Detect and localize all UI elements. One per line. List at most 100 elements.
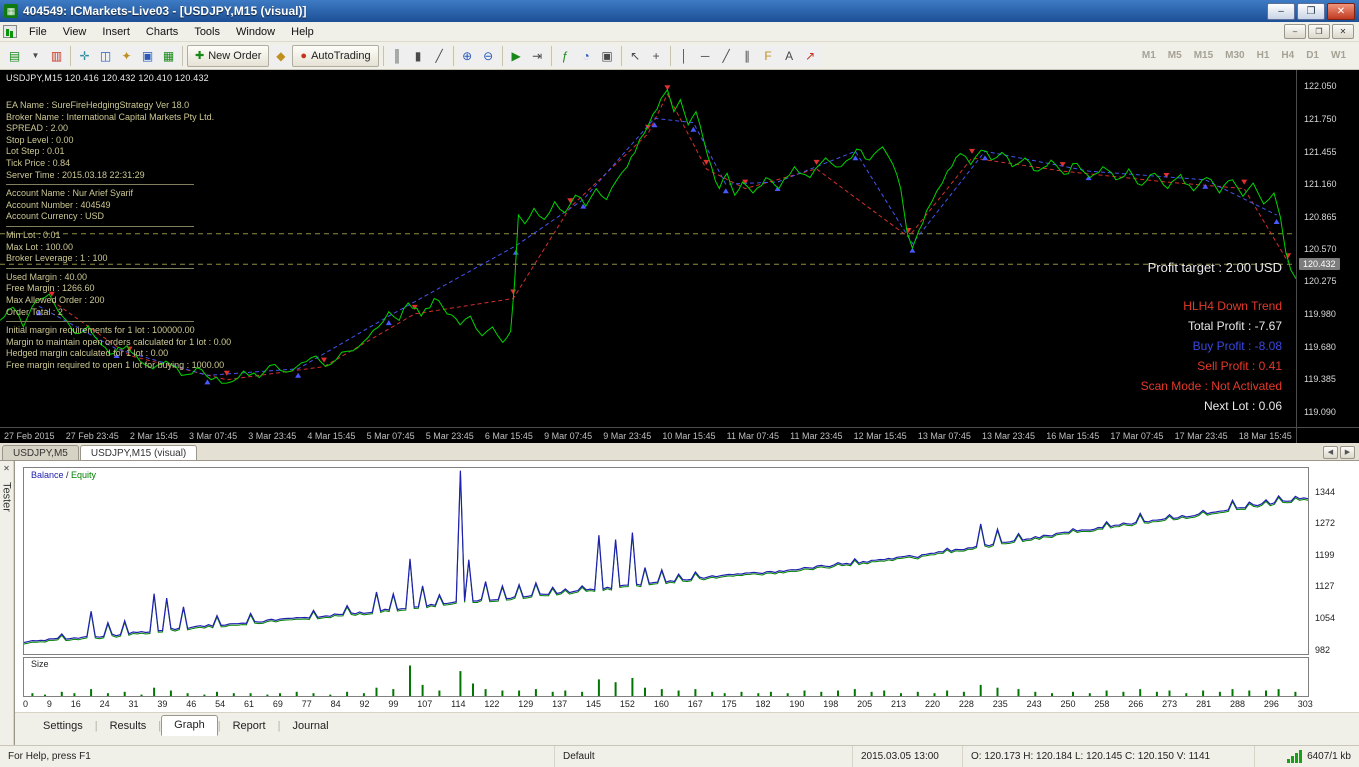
tester-x-tick: 266	[1128, 699, 1144, 709]
periods-button[interactable]: ◔	[575, 44, 597, 67]
chart-line-button[interactable]: ╱	[428, 44, 450, 67]
indicators-button[interactable]: ƒ	[554, 44, 576, 67]
data-window-button[interactable]: ◫	[95, 44, 116, 67]
cursor-button[interactable]: ↖	[624, 44, 646, 67]
statusbar-ohlcv: O: 120.173 H: 120.184 L: 120.145 C: 120.…	[963, 746, 1255, 767]
vertical-line-button[interactable]: │	[673, 44, 695, 67]
price-tick-label: 120.865	[1304, 212, 1337, 222]
chart-system-icon[interactable]	[3, 25, 17, 38]
price-chart[interactable]: USDJPY,M15 120.416 120.432 120.410 120.4…	[0, 70, 1296, 427]
menu-tools[interactable]: Tools	[186, 24, 228, 40]
horizontal-line-button[interactable]: ─	[694, 44, 716, 67]
metaeditor-button[interactable]: ◆	[270, 44, 292, 67]
timeframe-d1-button[interactable]: D1	[1301, 47, 1324, 64]
timeframe-m1-button[interactable]: M1	[1137, 47, 1161, 64]
tester-tab-report[interactable]: Report	[221, 717, 278, 736]
timeframe-h1-button[interactable]: H1	[1252, 47, 1275, 64]
maximize-button[interactable]: ❐	[1297, 2, 1325, 20]
tester-x-tick: 129	[518, 699, 534, 709]
menu-view[interactable]: View	[55, 24, 95, 40]
timeframe-h4-button[interactable]: H4	[1276, 47, 1299, 64]
child-restore-button[interactable]: ❐	[1308, 24, 1330, 39]
statusbar-profile[interactable]: Default	[555, 746, 853, 767]
child-close-button[interactable]: ✕	[1332, 24, 1354, 39]
strategy-tester-button[interactable]: ▦	[158, 44, 179, 67]
timeframe-m5-button[interactable]: M5	[1163, 47, 1187, 64]
child-minimize-button[interactable]: –	[1284, 24, 1306, 39]
menu-help[interactable]: Help	[283, 24, 322, 40]
channel-button[interactable]: ∥	[736, 44, 758, 67]
tester-panel: ✕ Tester Balance / Equity 1344 1272 1199 11…	[0, 461, 1359, 745]
chart-shift-button[interactable]: ⇥	[526, 44, 548, 67]
new-chart-button[interactable]: ▤	[4, 44, 25, 67]
navigator-button[interactable]: ✦	[116, 44, 137, 67]
chart-candles-button[interactable]: ▮	[407, 44, 429, 67]
tester-x-tick: 296	[1263, 699, 1279, 709]
tester-tab-bar: Settings | Results | Graph | Report | Journal	[15, 712, 1359, 736]
menu-insert[interactable]: Insert	[94, 24, 138, 40]
tester-tab-journal[interactable]: Journal	[280, 717, 340, 736]
tab-scroll-left-button[interactable]: ◀	[1323, 445, 1338, 459]
ohlc-header: USDJPY,M15 120.416 120.432 120.410 120.4…	[6, 73, 209, 83]
auto-scroll-button[interactable]: ▶	[505, 44, 527, 67]
profiles-button[interactable]: ▥	[46, 44, 67, 67]
tester-x-tick: 69	[272, 699, 283, 709]
text-tool-button[interactable]: A	[778, 44, 800, 67]
chart-tab-usdjpy-m5[interactable]: USDJPY,M5	[2, 445, 79, 460]
balance-equity-graph[interactable]: Balance / Equity	[23, 467, 1309, 655]
close-button[interactable]: ✕	[1327, 2, 1355, 20]
menu-charts[interactable]: Charts	[138, 24, 186, 40]
price-scale[interactable]: 122.050 121.750 121.455 121.160 120.865 120.5…	[1296, 70, 1359, 427]
templates-button[interactable]: ▣	[596, 44, 618, 67]
timeframe-m15-button[interactable]: M15	[1189, 47, 1218, 64]
autotrading-button[interactable]: ● AutoTrading	[292, 44, 379, 67]
minimize-button[interactable]: –	[1267, 2, 1295, 20]
tester-close-icon[interactable]: ✕	[3, 464, 10, 474]
price-tick-label: 121.160	[1304, 179, 1337, 189]
lot-size-graph[interactable]: Size	[23, 657, 1309, 697]
tester-tab-results[interactable]: Results	[98, 717, 159, 736]
chart-region: USDJPY,M15 120.416 120.432 120.410 120.4…	[0, 70, 1359, 443]
tab-scroll-right-button[interactable]: ▶	[1340, 445, 1355, 459]
zoom-out-button[interactable]: ⊖	[477, 44, 499, 67]
tester-tab-settings[interactable]: Settings	[31, 717, 95, 736]
tester-x-tick: 160	[653, 699, 669, 709]
size-label: Size	[29, 659, 51, 669]
time-axis[interactable]: 27 Feb 2015 27 Feb 23:45 2 Mar 15:45 3 Mar …	[0, 427, 1296, 443]
statusbar-help: For Help, press F1	[0, 746, 555, 767]
tester-tab-graph[interactable]: Graph	[161, 715, 218, 736]
tester-x-tick: 182	[755, 699, 771, 709]
tester-x-tick: 167	[687, 699, 703, 709]
timeframe-w1-button[interactable]: W1	[1326, 47, 1351, 64]
scale-corner	[1296, 427, 1359, 443]
menu-file[interactable]: File	[21, 24, 55, 40]
chart-bars-button[interactable]: ║	[386, 44, 408, 67]
balance-y-tick: 982	[1315, 645, 1331, 655]
new-order-button[interactable]: ✚ New Order	[187, 44, 270, 67]
menubar: File View Insert Charts Tools Window Help – ❐ …	[0, 22, 1359, 42]
zoom-in-button[interactable]: ⊕	[456, 44, 478, 67]
chart-list-dropdown[interactable]: ▼	[25, 44, 46, 67]
new-order-label: New Order	[208, 49, 262, 62]
menu-window[interactable]: Window	[228, 24, 283, 40]
tester-x-tick: 288	[1229, 699, 1245, 709]
arrows-tool-button[interactable]: ↗	[799, 44, 821, 67]
price-tick-label: 120.275	[1304, 276, 1337, 286]
balance-chart-canvas	[23, 470, 1309, 645]
chart-tab-usdjpy-m15-visual-[interactable]: USDJPY,M15 (visual)	[79, 445, 198, 460]
fibonacci-button[interactable]: F	[757, 44, 779, 67]
timeframe-m30-button[interactable]: M30	[1220, 47, 1249, 64]
tester-x-tick: 190	[789, 699, 805, 709]
tester-side-strip: ✕ Tester	[0, 461, 14, 745]
crosshair-button[interactable]: +	[645, 44, 667, 67]
tester-x-tick: 114	[451, 699, 466, 709]
toolbar-separator	[620, 45, 622, 66]
tab-scroll-controls: ◀ ▶	[1323, 445, 1357, 459]
tester-x-tick: 122	[484, 699, 500, 709]
tester-x-tick: 99	[388, 699, 399, 709]
trendline-button[interactable]: ╱	[715, 44, 737, 67]
price-tick-label: 121.750	[1304, 114, 1337, 124]
market-watch-button[interactable]: ✛	[74, 44, 95, 67]
terminal-button[interactable]: ▣	[137, 44, 158, 67]
price-tick-label: 120.570	[1304, 244, 1337, 254]
